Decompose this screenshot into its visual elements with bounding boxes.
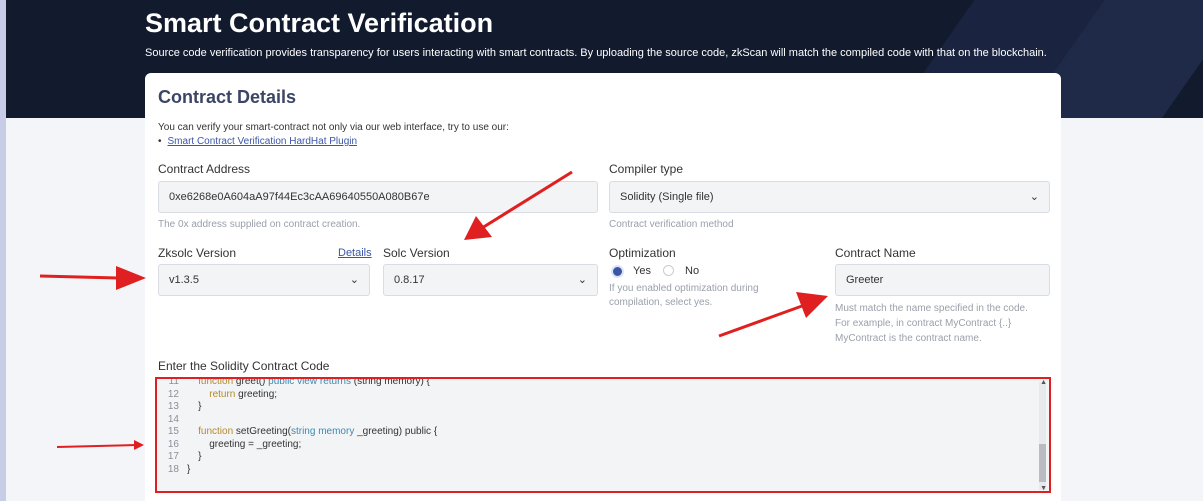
- annotation-arrow-solc: [464, 170, 573, 240]
- annotation-arrow-code: [56, 440, 144, 450]
- annotation-arrows: [39, 170, 828, 450]
- annotation-arrow-zksolc: [39, 266, 146, 290]
- annotation-arrow-contract-name: [718, 292, 828, 338]
